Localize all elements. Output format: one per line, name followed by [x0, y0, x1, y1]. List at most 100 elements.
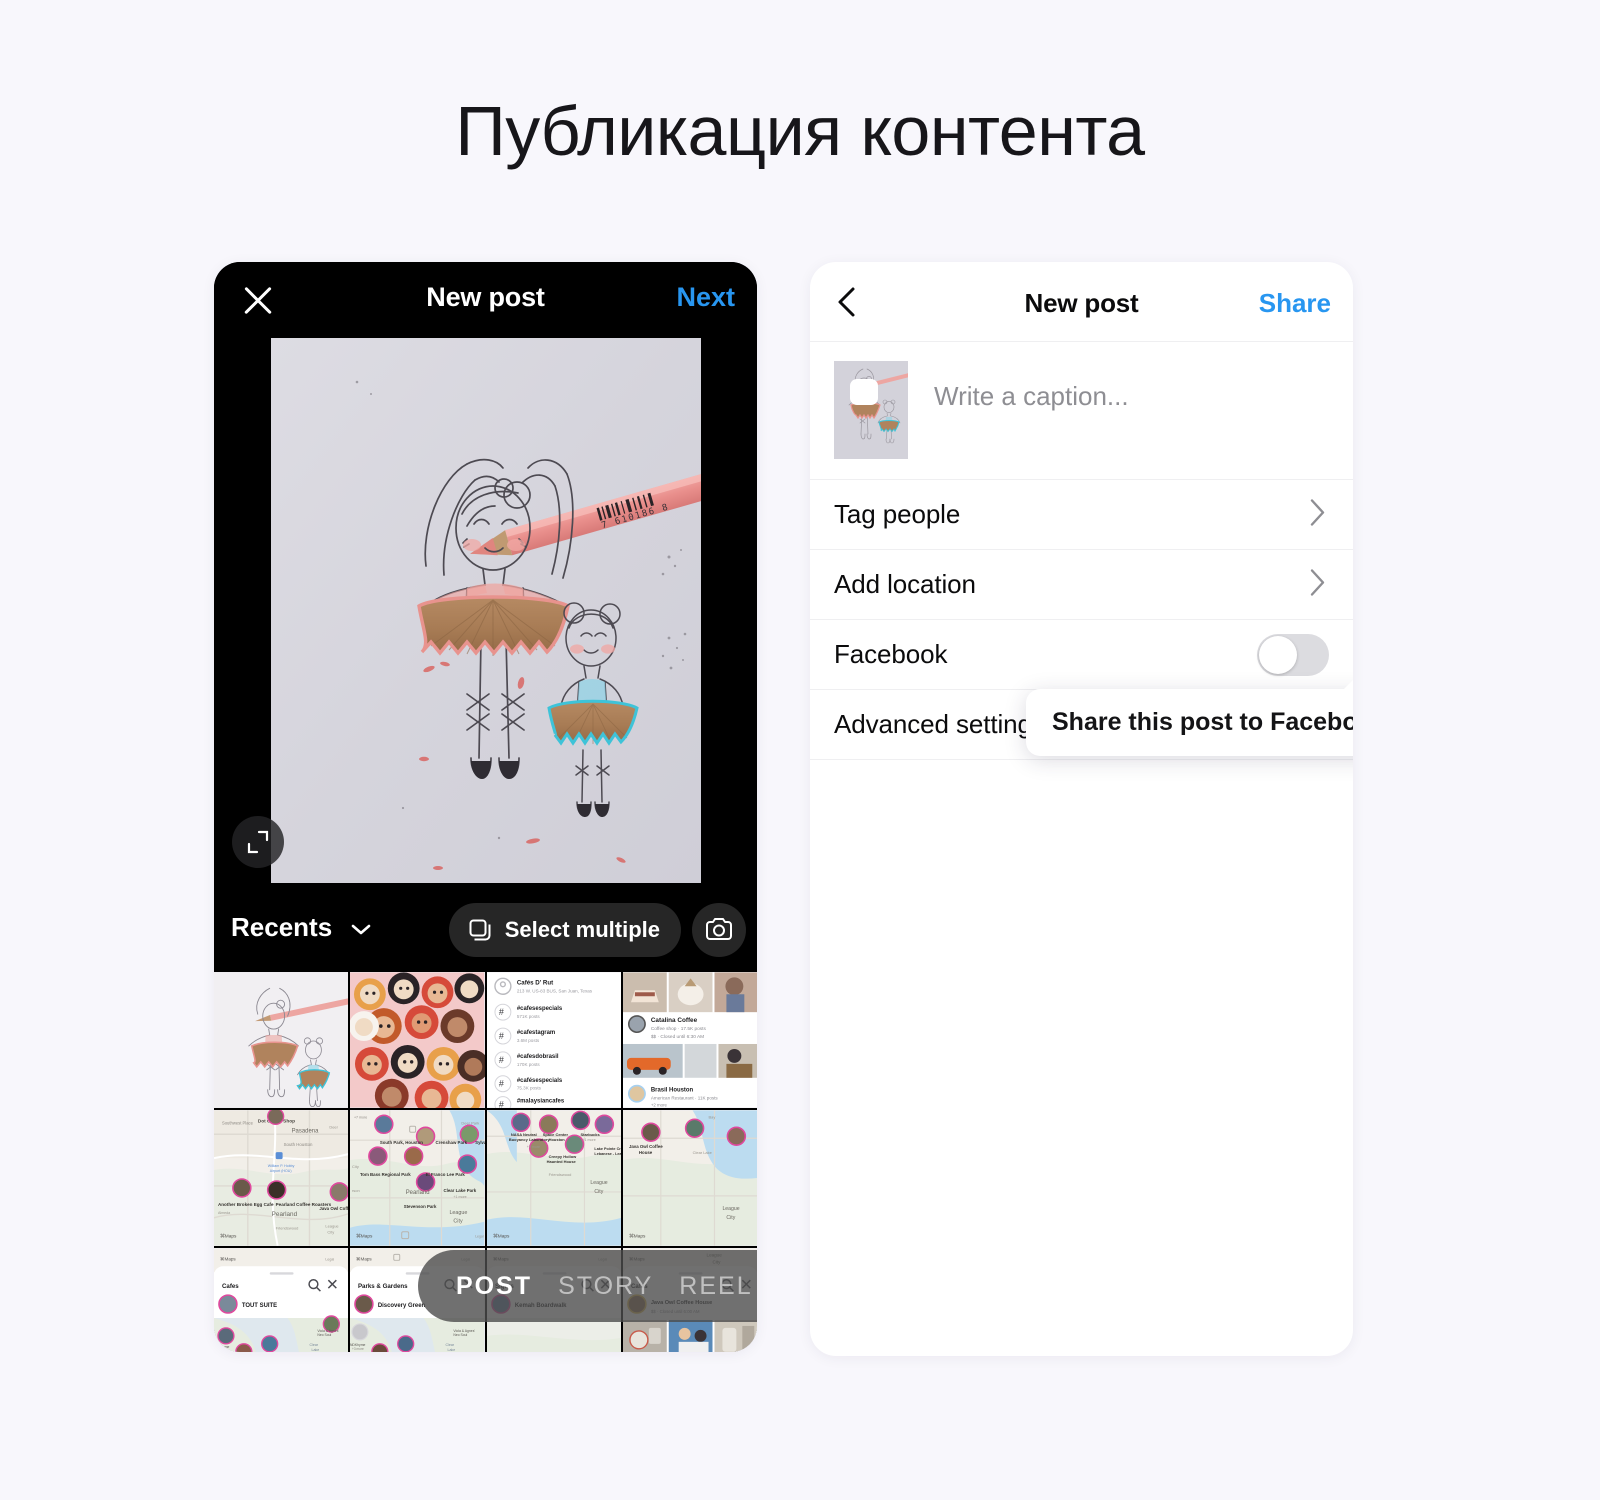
svg-text:TOUT SUITE: TOUT SUITE	[242, 1303, 277, 1309]
svg-text:Neo Soul: Neo Soul	[317, 1333, 331, 1337]
grid-item-search-hashtags[interactable]: Cafés D' Rut 213 W. US-83 BUS, San Juan,…	[486, 972, 621, 1108]
svg-text:Parks & Gardens: Parks & Gardens	[358, 1283, 408, 1290]
svg-text:#cafesdobrasil: #cafesdobrasil	[516, 1054, 558, 1060]
svg-text:Almeda: Almeda	[218, 1211, 230, 1215]
grid-item-ballerina-drawing[interactable]	[214, 972, 349, 1108]
select-multiple-label: Select multiple	[504, 917, 660, 942]
camera-icon[interactable]	[692, 903, 746, 957]
photo-grid[interactable]: Cafés D' Rut 213 W. US-83 BUS, San Juan,…	[214, 972, 757, 1352]
facebook-share-toggle[interactable]	[1257, 633, 1329, 676]
tab-story[interactable]: STORY	[558, 1272, 653, 1301]
svg-text:South Park, Houston: South Park, Houston	[380, 1140, 423, 1145]
row-add-location[interactable]: Add location	[810, 550, 1353, 620]
row-tag-people[interactable]: Tag people	[810, 480, 1353, 550]
composer-tab-bar[interactable]: POST STORY REEL LIVE	[418, 1250, 757, 1322]
share-button[interactable]: Share	[1259, 288, 1331, 319]
svg-text:League: League	[325, 1224, 339, 1229]
svg-text:League: League	[450, 1210, 468, 1216]
svg-text:Legal: Legal	[325, 1257, 334, 1261]
svg-text:+2 more: +2 more	[526, 1145, 539, 1149]
svg-text:Legal: Legal	[476, 1235, 485, 1239]
svg-text:Buoyancy Laboratory: Buoyancy Laboratory	[508, 1137, 550, 1142]
svg-text:⌘Maps: ⌘Maps	[356, 1256, 372, 1261]
grid-item-catalina-coffee-card[interactable]: Catalina Coffee Coffee shop · 17.5K post…	[622, 972, 757, 1108]
svg-text:Cafes: Cafes	[222, 1283, 239, 1290]
svg-text:⌘Maps: ⌘Maps	[629, 1234, 646, 1240]
multi-photo-badge-icon	[850, 379, 878, 405]
svg-text:City: City	[352, 1164, 359, 1169]
svg-text:+1 more: +1 more	[454, 1195, 467, 1199]
svg-text:Stevenson Park: Stevenson Park	[404, 1204, 437, 1209]
svg-text:Deer: Deer	[329, 1124, 338, 1129]
row-label-add-location: Add location	[834, 569, 976, 599]
grid-item-map-cafes-result[interactable]: ⌘Maps Legal Cafes TOUT SUITE NDKhyme +3 …	[214, 1248, 349, 1352]
svg-text:Catalina Coffee: Catalina Coffee	[651, 1017, 698, 1024]
right-panel-mockup: New post Share Write a caption... Tag pe…	[810, 262, 1353, 1356]
caption-row[interactable]: Write a caption...	[810, 342, 1353, 480]
grid-item-map-sights[interactable]: NASA Neutral Buoyancy Laboratory Space C…	[486, 1110, 621, 1246]
caption-input[interactable]: Write a caption...	[934, 381, 1129, 412]
svg-text:+3 more: +3 more	[216, 1349, 228, 1352]
next-button[interactable]: Next	[676, 282, 735, 313]
row-label-facebook: Facebook	[834, 639, 948, 669]
svg-text:#cafestagram: #cafestagram	[516, 1030, 554, 1036]
svg-text:⌘Maps: ⌘Maps	[220, 1256, 236, 1261]
svg-text:Neo Soul: Neo Soul	[454, 1333, 468, 1337]
post-thumbnail[interactable]	[834, 361, 908, 459]
selected-photo[interactable]: 7 610186 8	[271, 338, 701, 883]
svg-text:Lake: Lake	[311, 1348, 319, 1352]
svg-text:Cafés D' Rut: Cafés D' Rut	[516, 979, 552, 986]
page-root: Публикация контента New post Next 7 6101…	[0, 0, 1600, 1500]
tab-post[interactable]: POST	[456, 1272, 532, 1301]
left-phone-mockup: New post Next 7 610186 8 Recents Select …	[214, 262, 757, 1352]
svg-text:Clear Lake Park: Clear Lake Park	[444, 1188, 477, 1193]
expand-icon[interactable]	[232, 816, 284, 868]
svg-text:⌘Maps: ⌘Maps	[220, 1234, 237, 1240]
svg-text:Airport (HOU): Airport (HOU)	[270, 1169, 292, 1173]
photo-preview-area: 7 610186 8	[214, 338, 757, 888]
row-label-tag-people: Tag people	[834, 499, 961, 529]
svg-text:Java Owl Coffee: Java Owl Coffee	[319, 1206, 348, 1211]
svg-text:$$ · Closed until 6:30 AM: $$ · Closed until 6:30 AM	[651, 1034, 704, 1040]
svg-text:#: #	[498, 1007, 503, 1017]
svg-text:Pearland: Pearland	[406, 1190, 430, 1196]
svg-text:+1 more: +1 more	[582, 1138, 595, 1142]
svg-text:+3 more: +3 more	[352, 1347, 364, 1351]
svg-text:Friendswood: Friendswood	[548, 1172, 571, 1177]
svg-text:213 W. US-83 BUS, San Juan, Te: 213 W. US-83 BUS, San Juan, Texas	[516, 988, 592, 993]
svg-text:American Restaurant · 11K post: American Restaurant · 11K posts	[651, 1096, 719, 1101]
right-panel-header: New post Share	[810, 262, 1353, 342]
grid-item-map-cafes-2[interactable]: Java Owl Coffee House Clear Lake Bay Lea…	[622, 1110, 757, 1246]
svg-text:Houston: Houston	[548, 1137, 565, 1142]
grid-item-faces-illustration[interactable]	[350, 972, 485, 1108]
album-selector[interactable]: Recents	[231, 912, 332, 943]
left-phone-header: New post Next	[214, 262, 757, 338]
svg-text:South Houston: South Houston	[284, 1142, 313, 1147]
svg-text:75.3K posts: 75.3K posts	[516, 1086, 541, 1091]
chevron-right-icon	[1309, 567, 1327, 602]
svg-text:Crenshaw Park: Crenshaw Park	[436, 1140, 468, 1145]
svg-text:Deer Park: Deer Park	[462, 1120, 480, 1125]
svg-text:City: City	[454, 1219, 464, 1225]
svg-text:Lake Pointe Creek and: Lake Pointe Creek and	[594, 1147, 621, 1151]
svg-text:⌘Maps: ⌘Maps	[356, 1234, 373, 1240]
grid-item-map-cafes[interactable]: Southwest Place Dot Coffee Shop Pasadena…	[214, 1110, 349, 1246]
tab-reel[interactable]: REEL	[679, 1272, 752, 1301]
svg-text:City: City	[327, 1230, 334, 1235]
svg-text:Clear Lake: Clear Lake	[692, 1150, 712, 1155]
svg-text:Bay: Bay	[708, 1114, 715, 1119]
svg-text:Friendswood: Friendswood	[276, 1226, 299, 1231]
svg-text:League: League	[590, 1180, 607, 1186]
svg-text:William P. Hobby: William P. Hobby	[268, 1164, 295, 1168]
svg-text:Pearland: Pearland	[272, 1211, 298, 1218]
svg-text:170K posts: 170K posts	[516, 1062, 540, 1067]
svg-text:Sylvan Bea: Sylvan Bea	[476, 1140, 485, 1145]
svg-text:Brasil Houston: Brasil Houston	[651, 1088, 694, 1094]
row-facebook[interactable]: Facebook	[810, 620, 1353, 690]
svg-text:3.6M posts: 3.6M posts	[516, 1038, 539, 1043]
svg-text:⌘Maps: ⌘Maps	[492, 1234, 509, 1240]
grid-item-map-parks[interactable]: +7 more South Park, Houston Crenshaw Par…	[350, 1110, 485, 1246]
chevron-down-icon[interactable]	[350, 922, 372, 941]
svg-text:#cafésespecials: #cafésespecials	[516, 1078, 562, 1084]
select-multiple-button[interactable]: Select multiple	[448, 903, 681, 957]
